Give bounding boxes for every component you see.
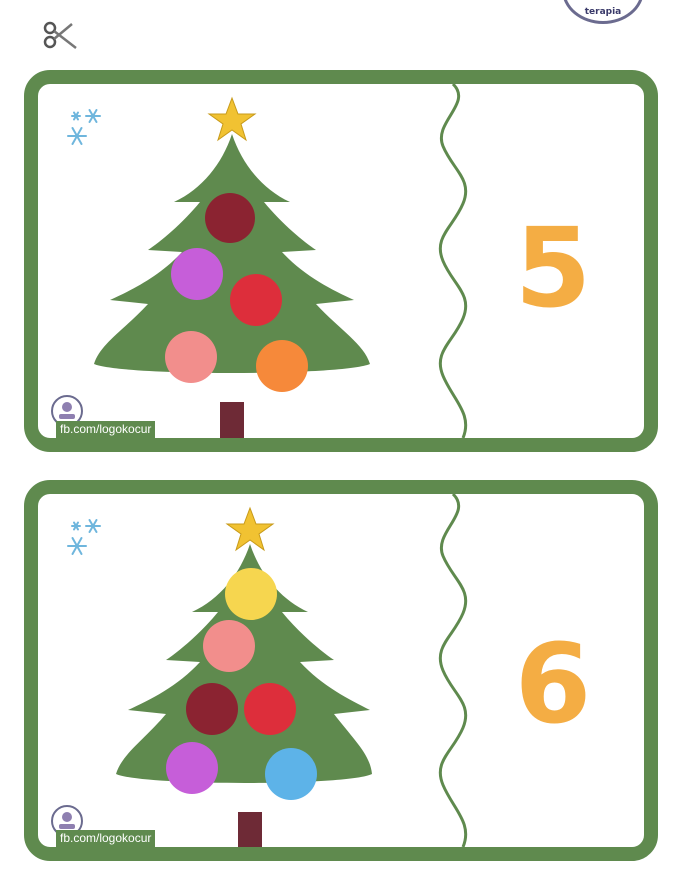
ornament xyxy=(265,748,317,800)
tree-trunk xyxy=(220,402,244,438)
tree-trunk xyxy=(238,812,262,847)
brand-logo-text: terapia xyxy=(584,7,622,17)
ornament xyxy=(166,742,218,794)
ornament xyxy=(230,274,282,326)
brand-logo: terapia xyxy=(562,0,644,24)
credit-text: fb.com/logokocur xyxy=(56,830,156,847)
christmas-tree-icon xyxy=(116,506,372,847)
puzzle-card-1: 5 fb.com/logokocur xyxy=(24,70,658,452)
tree-body xyxy=(94,134,370,373)
puzzle-card-2: 6 fb.com/logokocur xyxy=(24,480,658,861)
star-icon xyxy=(207,96,257,142)
ornament xyxy=(186,683,238,735)
puzzle-cut-line xyxy=(438,494,468,847)
ornament xyxy=(171,248,223,300)
count-number: 5 xyxy=(514,204,592,332)
star-icon xyxy=(225,506,275,552)
ornament xyxy=(165,331,217,383)
credit-text: fb.com/logokocur xyxy=(56,421,156,438)
ornament xyxy=(244,683,296,735)
ornament xyxy=(203,620,255,672)
ornament xyxy=(256,340,308,392)
count-number: 6 xyxy=(514,620,592,748)
ornament xyxy=(225,568,277,620)
christmas-tree-icon xyxy=(94,96,370,438)
puzzle-cut-line xyxy=(438,84,468,438)
scissors-icon xyxy=(43,21,77,49)
ornament xyxy=(205,193,255,243)
